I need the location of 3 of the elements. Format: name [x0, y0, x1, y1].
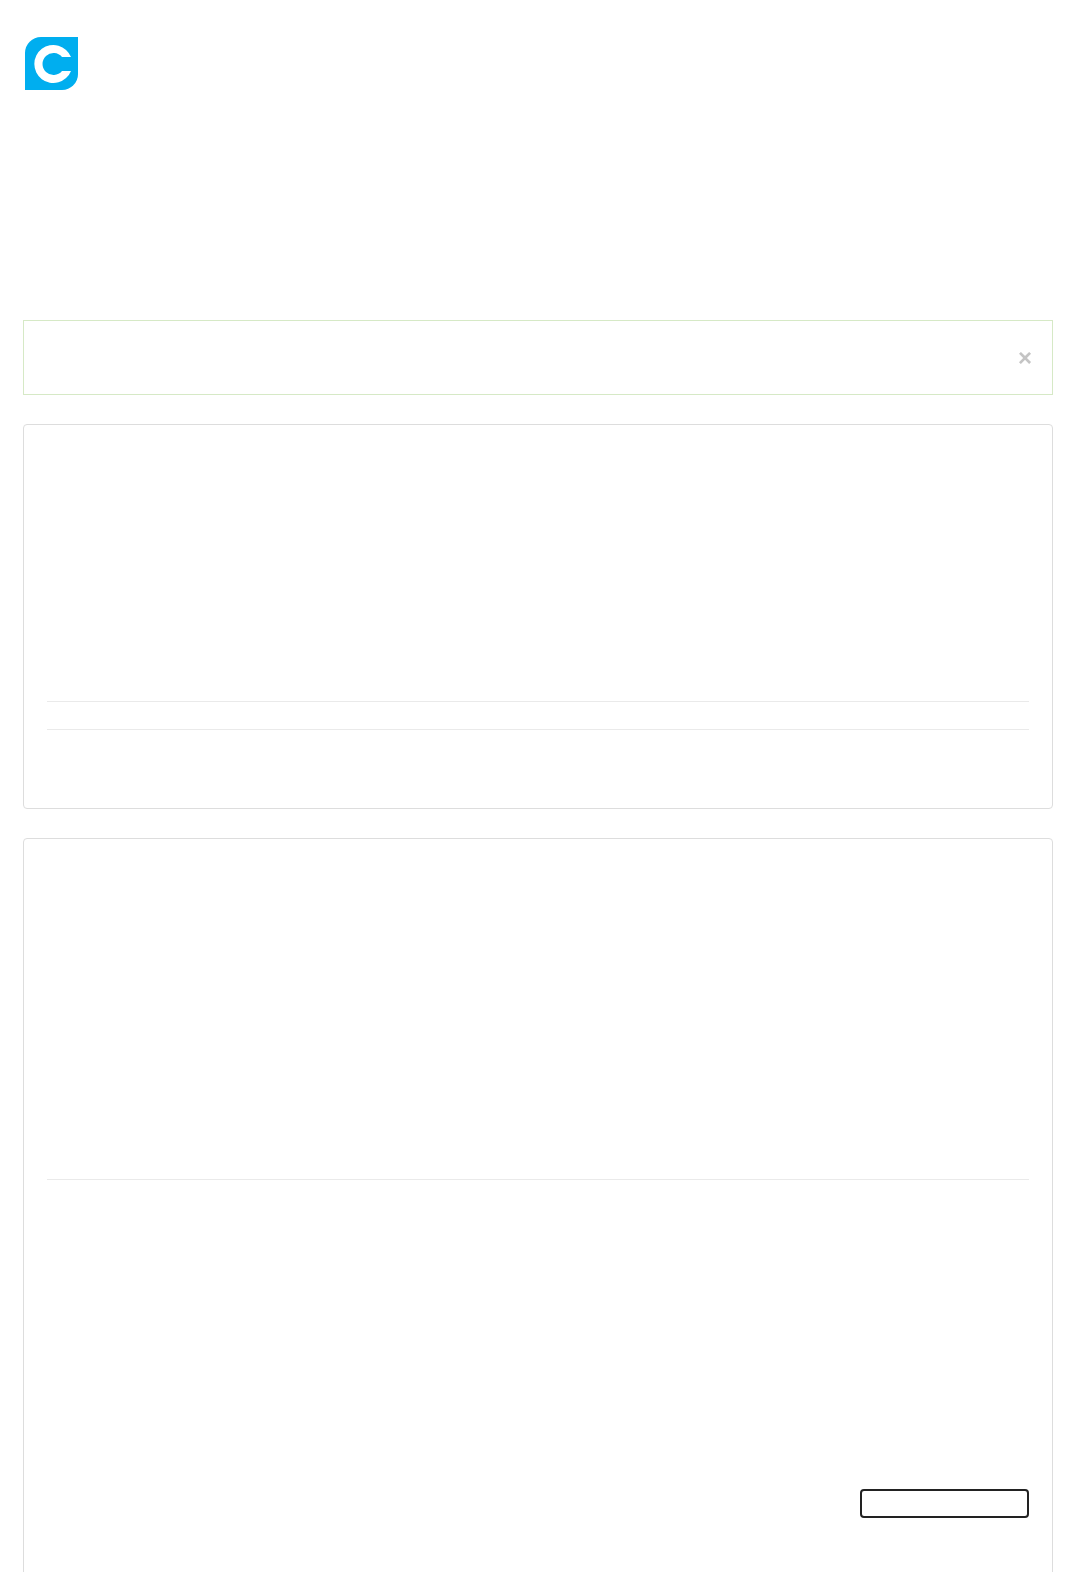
close-button[interactable]: × — [1018, 345, 1032, 370]
logo-icon — [25, 37, 78, 90]
outline-button[interactable] — [860, 1489, 1029, 1518]
